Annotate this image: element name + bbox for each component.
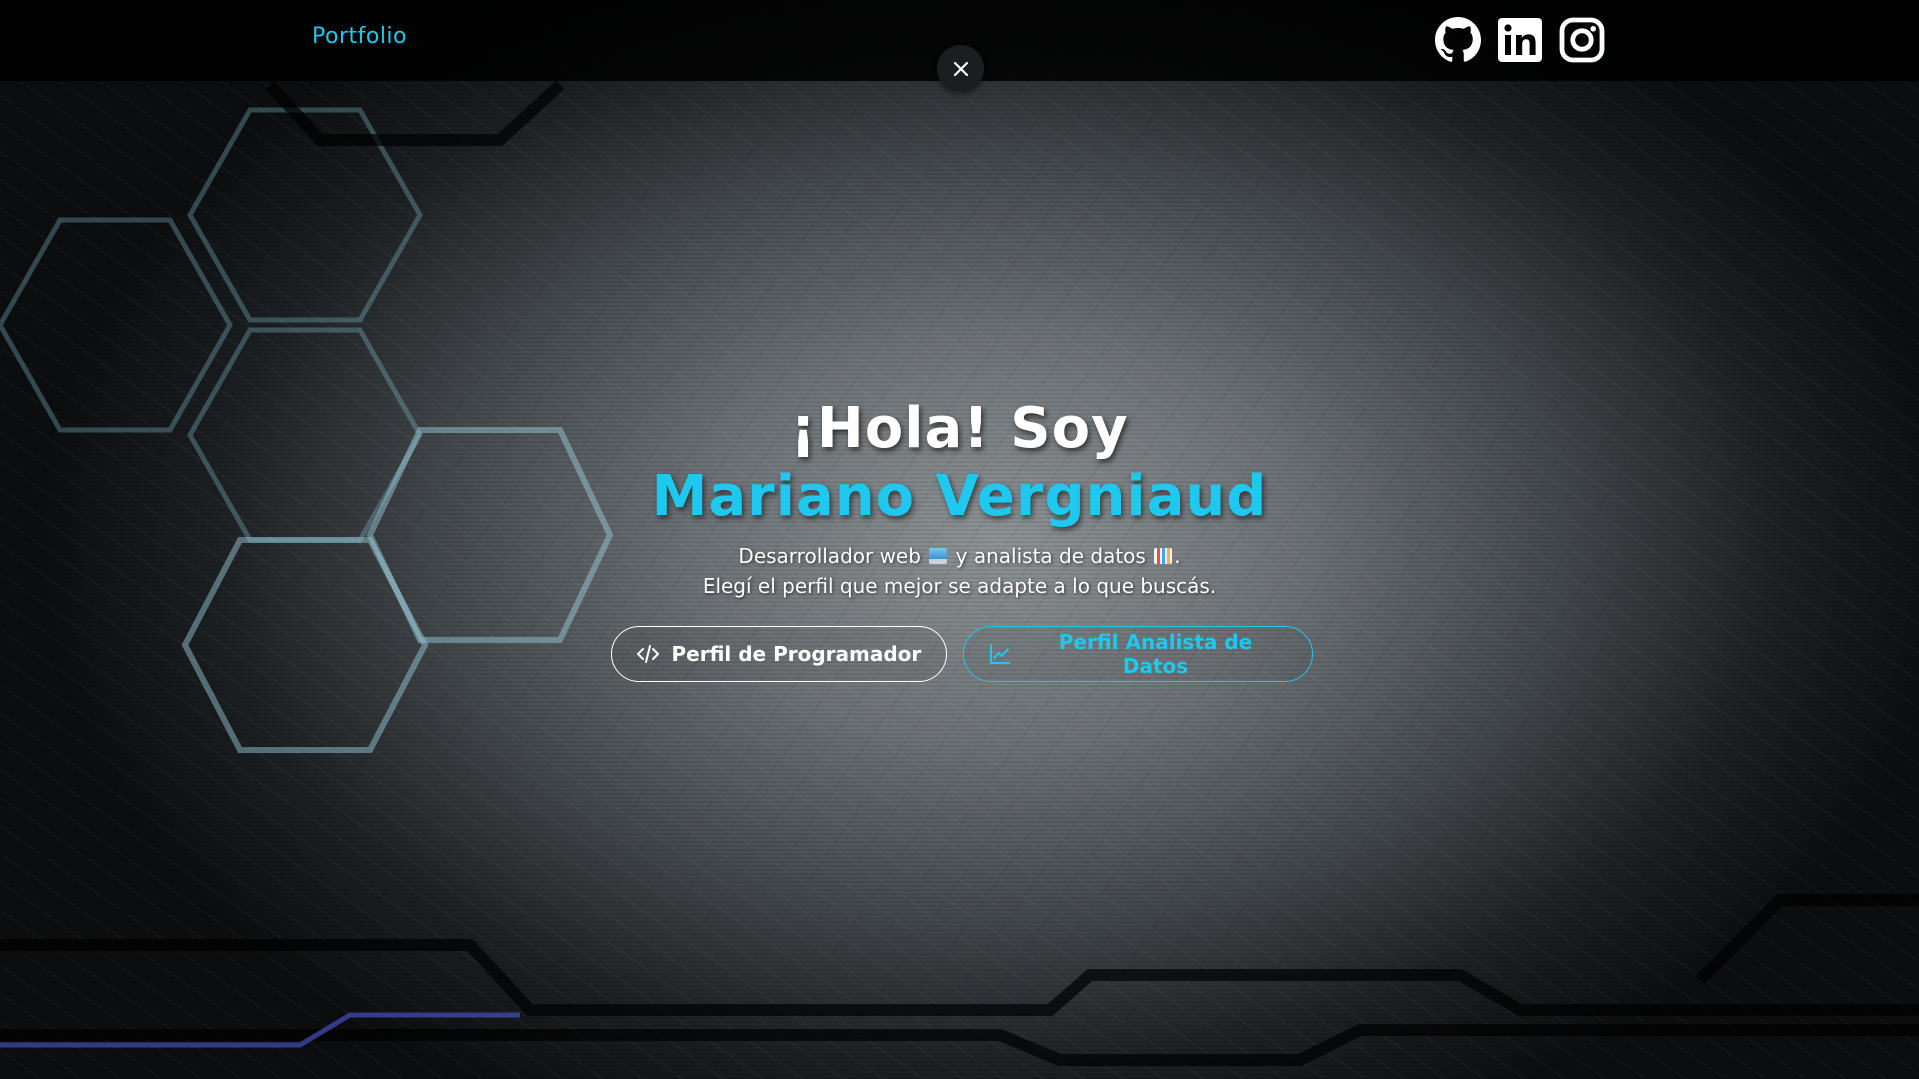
github-link[interactable] — [1434, 16, 1482, 64]
code-icon — [636, 645, 659, 663]
hero-name: Mariano Vergniaud — [651, 464, 1268, 529]
linkedin-link[interactable] — [1496, 16, 1544, 64]
developer-profile-label: Perfil de Programador — [671, 642, 922, 666]
linkedin-icon — [1498, 18, 1542, 62]
hero-actions: Perfil de Programador Perfil Analista de… — [0, 626, 1919, 682]
data-analyst-profile-label: Perfil Analista de Datos — [1058, 630, 1253, 678]
developer-profile-button[interactable]: Perfil de Programador — [610, 626, 947, 682]
hero-desc-part1: Desarrollador web — [738, 544, 921, 568]
hero-desc-line2: Elegí el perfil que mejor se adapte a lo… — [702, 574, 1217, 598]
social-links — [1434, 16, 1606, 64]
hero-desc-part2: y analista de datos — [955, 544, 1146, 568]
laptop-icon — [929, 548, 948, 564]
hero-section: ¡Hola! Soy Mariano Vergniaud Desarrollad… — [0, 395, 1919, 682]
close-button[interactable] — [937, 45, 984, 92]
instagram-link[interactable] — [1558, 16, 1606, 64]
data-analyst-profile-button[interactable]: Perfil Analista de Datos — [962, 626, 1313, 682]
instagram-icon — [1559, 17, 1605, 63]
close-icon — [953, 61, 968, 76]
hero-greeting: ¡Hola! Soy — [790, 396, 1129, 461]
line-chart-icon — [989, 644, 1010, 664]
github-icon — [1435, 17, 1481, 62]
portfolio-brand-link[interactable]: Portfolio — [312, 24, 407, 49]
hero-desc-part3: . — [1174, 544, 1181, 568]
hero-description: Desarrollador web y analista de datos . … — [0, 541, 1919, 601]
bar-chart-icon — [1154, 548, 1173, 564]
